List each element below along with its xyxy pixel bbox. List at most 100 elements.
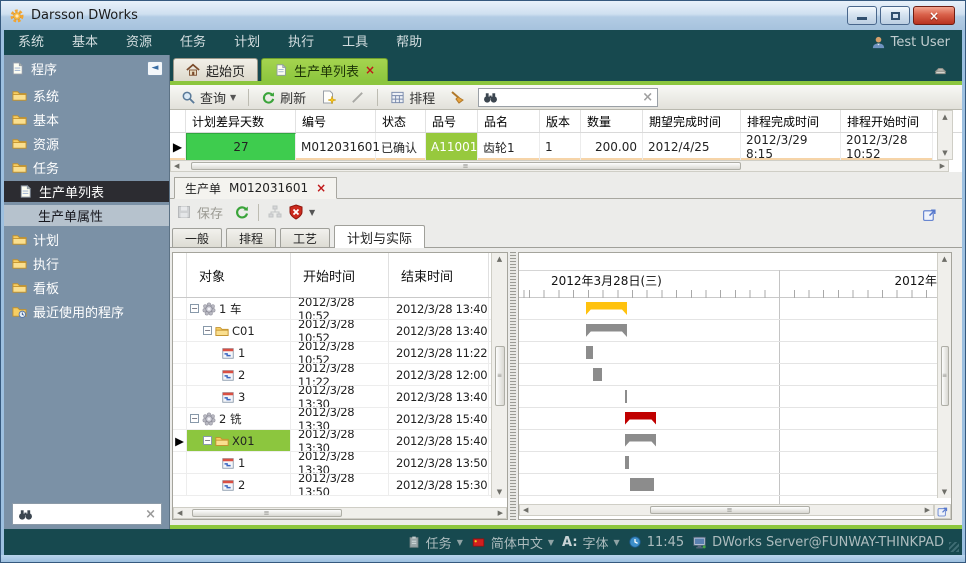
sidebar-item-resource[interactable]: 资源 [4, 133, 169, 154]
gantt-bar[interactable] [625, 390, 628, 403]
close-button[interactable]: × [913, 6, 955, 25]
tree-col-start[interactable]: 开始时间 [291, 253, 389, 297]
menu-help[interactable]: 帮助 [382, 30, 436, 55]
user-menu[interactable]: Test User [871, 35, 962, 50]
tree-cell-object[interactable]: 1 [187, 342, 291, 363]
tree-horizontal-scrollbar[interactable]: ◀ ≡ ▶ [173, 507, 507, 519]
tree-col-end[interactable]: 结束时间 [389, 253, 489, 297]
gantt-bar[interactable] [625, 456, 630, 469]
gantt-bar[interactable] [586, 346, 593, 359]
collapse-toggle-icon[interactable]: − [203, 326, 212, 335]
scroll-up-icon[interactable]: ▲ [942, 255, 947, 263]
tree-row[interactable]: −C012012/3/28 10:522012/3/28 13:40 [173, 320, 507, 342]
gantt-bar[interactable] [625, 412, 657, 425]
gantt-vertical-scrollbar[interactable]: ▲ ≡ ▼ [937, 253, 951, 498]
collapse-toggle-icon[interactable]: − [190, 304, 199, 313]
scroll-up-icon[interactable]: ▲ [497, 255, 502, 263]
grid-horizontal-scrollbar[interactable]: ◀ ≡ ▶ [170, 160, 949, 172]
tree-vertical-scrollbar[interactable]: ▲ ≡ ▼ [491, 253, 507, 498]
sidebar-item-task[interactable]: 任务 [4, 157, 169, 178]
tree-cell-object[interactable]: 1 [187, 452, 291, 473]
refresh-button[interactable]: 刷新 [256, 87, 311, 108]
tree-row[interactable]: 32012/3/28 13:302012/3/28 13:40 [173, 386, 507, 408]
detail-tab[interactable]: 生产单 M012031601 × [174, 177, 337, 199]
scrollbar-thumb[interactable]: ≡ [191, 162, 741, 170]
menu-basic[interactable]: 基本 [58, 30, 112, 55]
sidebar-item-plan[interactable]: 计划 [4, 229, 169, 250]
scroll-up-icon[interactable]: ▲ [942, 113, 947, 121]
tree-cell-object[interactable]: −C01 [187, 320, 291, 341]
scrollbar-thumb[interactable]: ≡ [495, 346, 505, 406]
scroll-down-icon[interactable]: ▼ [497, 488, 502, 496]
tree-row[interactable]: 22012/3/28 13:502012/3/28 15:30 [173, 474, 507, 496]
scroll-right-icon[interactable]: ▶ [495, 509, 506, 517]
subtab-schedule[interactable]: 排程 [226, 228, 276, 247]
sidebar-search-clear-icon[interactable]: × [145, 507, 156, 522]
open-in-new-window-icon[interactable] [921, 206, 938, 223]
collapse-toggle-icon[interactable]: − [190, 414, 199, 423]
status-font-menu[interactable]: A: 字体 ▼ [562, 533, 620, 552]
tree-row[interactable]: 12012/3/28 13:302012/3/28 13:50 [173, 452, 507, 474]
tab-start-page[interactable]: 起始页 [173, 58, 258, 81]
chevron-down-icon[interactable]: ▼ [309, 208, 315, 217]
schedule-button[interactable]: 排程 [385, 87, 440, 108]
col-version[interactable]: 版本 [540, 110, 581, 132]
scroll-left-icon[interactable]: ◀ [171, 162, 182, 170]
pin-icon[interactable] [933, 61, 948, 76]
tree-row[interactable]: −1 车2012/3/28 10:522012/3/28 13:40 [173, 298, 507, 320]
tree-row[interactable]: −2 铣2012/3/28 13:302012/3/28 15:40 [173, 408, 507, 430]
sidebar-collapse-button[interactable]: ◄ [147, 61, 163, 76]
status-task-menu[interactable]: 任务 ▼ [407, 533, 463, 552]
sidebar-item-system[interactable]: 系统 [4, 85, 169, 106]
title-bar[interactable]: Darsson DWorks × [1, 1, 965, 30]
sidebar-item-order-props[interactable]: 生产单属性 [4, 205, 169, 226]
col-status[interactable]: 状态 [376, 110, 426, 132]
scroll-right-icon[interactable]: ▶ [922, 506, 933, 514]
sidebar-item-board[interactable]: 看板 [4, 277, 169, 298]
filter-clear-icon[interactable]: × [642, 90, 653, 105]
maximize-button[interactable] [880, 6, 910, 25]
tree-col-object[interactable]: 对象 [187, 253, 291, 297]
col-plan-diff[interactable]: 计划差异天数 [186, 110, 296, 132]
scroll-down-icon[interactable]: ▼ [942, 488, 947, 496]
tree-cell-object[interactable]: 2 [187, 474, 291, 495]
col-qty[interactable]: 数量 [581, 110, 643, 132]
col-item-name[interactable]: 品名 [478, 110, 540, 132]
subtab-plan-vs-actual[interactable]: 计划与实际 [334, 225, 425, 248]
scroll-left-icon[interactable]: ◀ [520, 506, 531, 514]
scrollbar-thumb[interactable]: ≡ [192, 509, 342, 517]
menu-task[interactable]: 任务 [166, 30, 220, 55]
sidebar-item-execute[interactable]: 执行 [4, 253, 169, 274]
scroll-left-icon[interactable]: ◀ [174, 509, 185, 517]
scrollbar-thumb[interactable]: ≡ [650, 506, 810, 514]
tree-cell-object[interactable]: −1 车 [187, 298, 291, 319]
save-button[interactable]: 保存 [197, 203, 223, 222]
resize-grip[interactable] [949, 542, 959, 552]
tree-cell-object[interactable]: −2 铣 [187, 408, 291, 429]
query-button[interactable]: 查询 ▼ [176, 87, 241, 108]
sidebar-item-recent[interactable]: 最近使用的程序 [4, 301, 169, 322]
menu-system[interactable]: 系统 [4, 30, 58, 55]
col-order-no[interactable]: 编号 [296, 110, 376, 132]
status-language-menu[interactable]: 简体中文 ▼ [471, 533, 554, 552]
subtab-process[interactable]: 工艺 [280, 228, 330, 247]
col-expected-finish[interactable]: 期望完成时间 [643, 110, 741, 132]
sidebar-search-box[interactable]: × [12, 503, 162, 525]
tree-row[interactable]: 12012/3/28 10:522012/3/28 11:22 [173, 342, 507, 364]
tree-cell-object[interactable]: −X01 [187, 430, 291, 451]
refresh-icon[interactable] [234, 204, 250, 220]
scroll-right-icon[interactable]: ▶ [937, 162, 948, 170]
tree-row[interactable]: 22012/3/28 11:222012/3/28 12:00 [173, 364, 507, 386]
menu-tools[interactable]: 工具 [328, 30, 382, 55]
tree-cell-object[interactable]: 2 [187, 364, 291, 385]
gantt-bar[interactable] [625, 434, 657, 447]
gantt-bar[interactable] [630, 478, 655, 491]
minimize-button[interactable] [847, 6, 877, 25]
grid-vertical-scrollbar[interactable]: ▲ ▼ [937, 110, 953, 160]
filter-search-input[interactable]: × [478, 88, 658, 107]
grid-row[interactable]: ▶ 27 M012031601 已确认 A11001 齿轮1 1 200.00 … [170, 133, 962, 158]
detail-tab-close-icon[interactable]: × [316, 181, 326, 195]
sidebar-item-basic[interactable]: 基本 [4, 109, 169, 130]
menu-plan[interactable]: 计划 [220, 30, 274, 55]
new-button[interactable] [315, 88, 341, 106]
